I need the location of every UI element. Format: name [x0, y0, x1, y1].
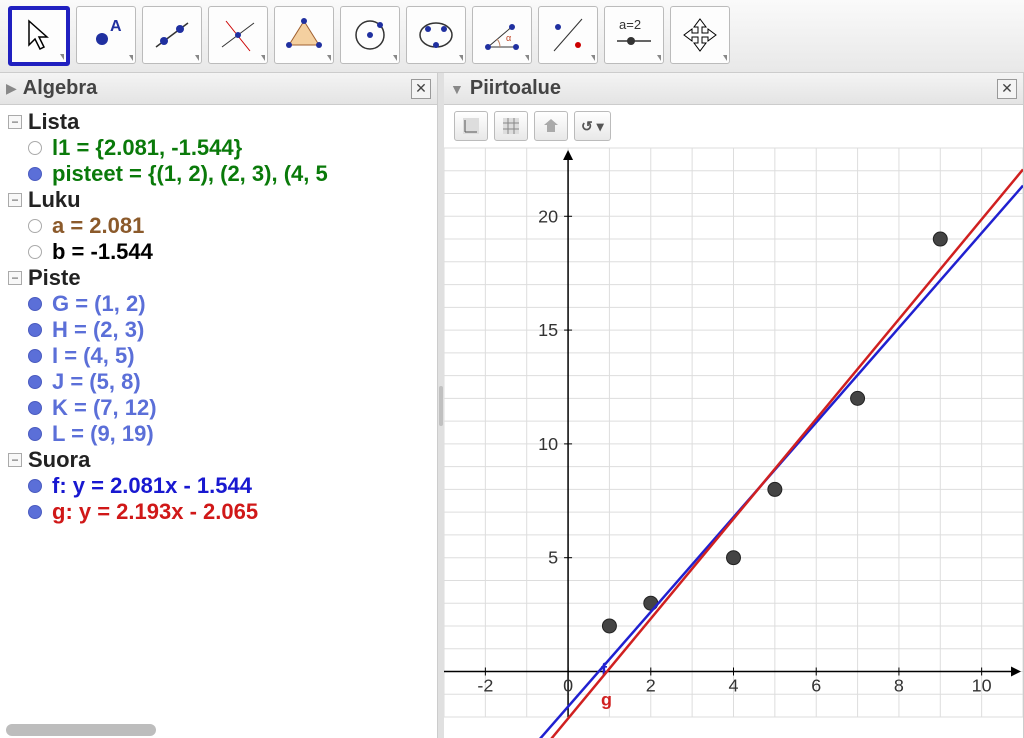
svg-text:10: 10 [972, 675, 992, 695]
svg-text:a=2: a=2 [619, 17, 641, 32]
plot-svg: -202468105101520fg [444, 148, 1023, 738]
collapse-icon[interactable]: − [8, 115, 22, 129]
svg-text:0: 0 [563, 675, 573, 695]
algebra-item[interactable]: f: y = 2.081x - 1.544 [0, 473, 437, 499]
algebra-item-label: f: y = 2.081x - 1.544 [52, 473, 252, 499]
tool-line[interactable] [142, 6, 202, 64]
category-luku[interactable]: −Luku [0, 187, 437, 213]
tool-circle[interactable] [340, 6, 400, 64]
visibility-bullet[interactable] [28, 505, 42, 519]
algebra-item-label: l1 = {2.081, -1.544} [52, 135, 242, 161]
visibility-bullet[interactable] [28, 349, 42, 363]
svg-text:10: 10 [538, 434, 558, 454]
tool-angle[interactable]: α [472, 6, 532, 64]
algebra-body: −Listal1 = {2.081, -1.544}pisteet = {(1,… [0, 105, 437, 738]
algebra-title: Algebra [23, 77, 411, 100]
visibility-bullet[interactable] [28, 219, 42, 233]
svg-text:α: α [506, 33, 511, 43]
algebra-item[interactable]: J = (5, 8) [0, 369, 437, 395]
svg-text:4: 4 [729, 675, 739, 695]
svg-text:8: 8 [894, 675, 904, 695]
settings-dropdown[interactable]: ↺ ▾ [574, 111, 611, 141]
category-label: Lista [28, 109, 79, 135]
graphics-toolbar: ↺ ▾ [444, 105, 1023, 148]
collapse-arrow-icon[interactable]: ▼ [450, 81, 464, 97]
graphics-header: ▼ Piirtoalue ✕ [444, 73, 1023, 105]
collapse-icon[interactable]: − [8, 193, 22, 207]
scrollbar-horizontal[interactable] [6, 724, 156, 736]
close-algebra-button[interactable]: ✕ [411, 79, 431, 99]
category-piste[interactable]: −Piste [0, 265, 437, 291]
visibility-bullet[interactable] [28, 245, 42, 259]
category-suora[interactable]: −Suora [0, 447, 437, 473]
algebra-item[interactable]: a = 2.081 [0, 213, 437, 239]
tool-point[interactable]: A [76, 6, 136, 64]
algebra-item-label: L = (9, 19) [52, 421, 154, 447]
tool-polygon[interactable] [274, 6, 334, 64]
svg-text:6: 6 [811, 675, 821, 695]
algebra-item-label: H = (2, 3) [52, 317, 144, 343]
svg-text:g: g [601, 690, 612, 710]
collapse-icon[interactable]: − [8, 271, 22, 285]
category-lista[interactable]: −Lista [0, 109, 437, 135]
grid-toggle-button[interactable] [494, 111, 528, 141]
visibility-bullet[interactable] [28, 323, 42, 337]
close-graphics-button[interactable]: ✕ [997, 79, 1017, 99]
algebra-panel: ▶ Algebra ✕ −Listal1 = {2.081, -1.544}pi… [0, 73, 438, 738]
home-button[interactable] [534, 111, 568, 141]
tool-perpendicular[interactable] [208, 6, 268, 64]
algebra-header: ▶ Algebra ✕ [0, 73, 437, 105]
expand-arrow-icon[interactable]: ▶ [6, 80, 17, 97]
algebra-item-label: G = (1, 2) [52, 291, 146, 317]
algebra-item-label: J = (5, 8) [52, 369, 141, 395]
graphics-title: Piirtoalue [470, 77, 997, 100]
main-toolbar: A α a=2 [0, 0, 1024, 73]
algebra-item[interactable]: I = (4, 5) [0, 343, 437, 369]
algebra-item[interactable]: L = (9, 19) [0, 421, 437, 447]
algebra-item[interactable]: H = (2, 3) [0, 317, 437, 343]
svg-text:-2: -2 [477, 675, 493, 695]
visibility-bullet[interactable] [28, 401, 42, 415]
algebra-item[interactable]: pisteet = {(1, 2), (2, 3), (4, 5 [0, 161, 437, 187]
tool-move[interactable] [8, 6, 70, 66]
algebra-item[interactable]: l1 = {2.081, -1.544} [0, 135, 437, 161]
visibility-bullet[interactable] [28, 297, 42, 311]
algebra-item-label: I = (4, 5) [52, 343, 135, 369]
category-label: Piste [28, 265, 81, 291]
axes-toggle-button[interactable] [454, 111, 488, 141]
svg-text:A: A [110, 18, 122, 35]
algebra-item-label: K = (7, 12) [52, 395, 157, 421]
graphics-panel: ▼ Piirtoalue ✕ ↺ ▾ -202468105101520fg [444, 73, 1024, 738]
visibility-bullet[interactable] [28, 479, 42, 493]
visibility-bullet[interactable] [28, 141, 42, 155]
svg-text:2: 2 [646, 675, 656, 695]
algebra-item-label: g: y = 2.193x - 2.065 [52, 499, 258, 525]
tool-move-view[interactable] [670, 6, 730, 64]
visibility-bullet[interactable] [28, 427, 42, 441]
algebra-item[interactable]: b = -1.544 [0, 239, 437, 265]
graphics-canvas[interactable]: -202468105101520fg [444, 148, 1023, 738]
svg-text:5: 5 [548, 548, 558, 568]
svg-text:20: 20 [538, 206, 558, 226]
collapse-icon[interactable]: − [8, 453, 22, 467]
tool-slider[interactable]: a=2 [604, 6, 664, 64]
algebra-item[interactable]: K = (7, 12) [0, 395, 437, 421]
algebra-item[interactable]: g: y = 2.193x - 2.065 [0, 499, 437, 525]
algebra-item-label: a = 2.081 [52, 213, 144, 239]
category-label: Luku [28, 187, 81, 213]
algebra-item-label: b = -1.544 [52, 239, 153, 265]
algebra-item-label: pisteet = {(1, 2), (2, 3), (4, 5 [52, 161, 328, 187]
algebra-item[interactable]: G = (1, 2) [0, 291, 437, 317]
category-label: Suora [28, 447, 90, 473]
visibility-bullet[interactable] [28, 375, 42, 389]
visibility-bullet[interactable] [28, 167, 42, 181]
tool-reflect[interactable] [538, 6, 598, 64]
svg-text:15: 15 [538, 320, 558, 340]
tool-ellipse[interactable] [406, 6, 466, 64]
